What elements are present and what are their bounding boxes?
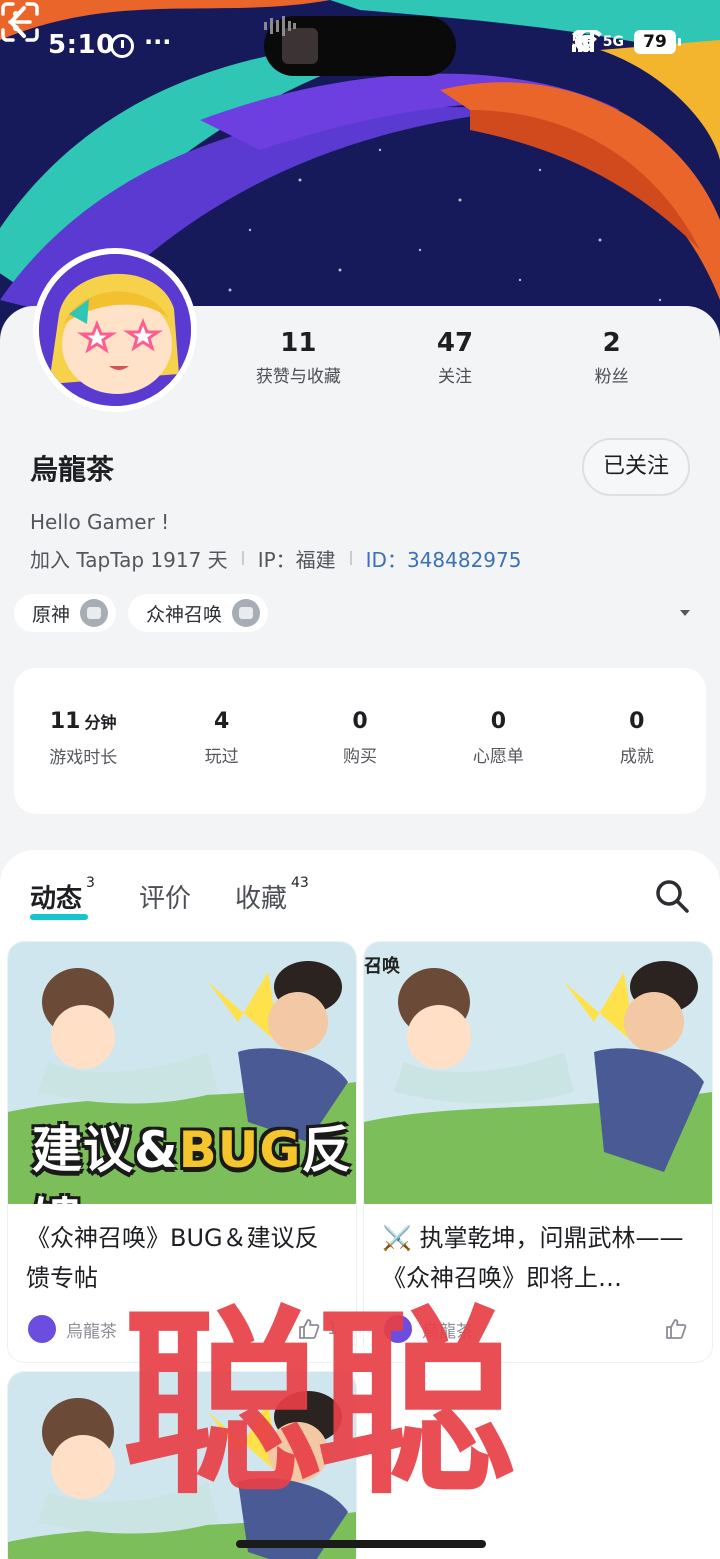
signal-5g-label-2: 5G [602, 34, 624, 50]
stat-label: 购买 [343, 747, 378, 767]
ip-location: IP：福建 [257, 547, 336, 572]
stat-unit: 分钟 [84, 713, 117, 732]
played-stat[interactable]: 4 玩过 [152, 708, 290, 814]
follow-button[interactable]: 已关注 [582, 438, 690, 496]
stat-label: 游戏时长 [49, 748, 118, 768]
status-icons: 5G 5G 79 [571, 30, 681, 54]
alarm-clock-icon [110, 34, 134, 58]
post-card[interactable]: 建议&BUG反馈 《众神召唤》BUG＆建议反馈专帖 烏龍茶 1 [8, 942, 356, 1362]
dynamic-island [264, 16, 456, 76]
stat-value: 11 分钟 [49, 709, 117, 734]
home-indicator[interactable] [236, 1540, 486, 1548]
game-tag[interactable]: 原神 [14, 594, 117, 632]
game-tag-label: 原神 [32, 603, 71, 626]
stat-label: 获赞与收藏 [255, 367, 341, 387]
post-thumbnail-title: 建议&BUG反馈 [32, 1121, 353, 1204]
post-thumbnail [8, 1372, 356, 1559]
like-count: 1 [327, 1319, 338, 1339]
stat-value: 0 [490, 709, 507, 734]
stat-value: 0 [352, 709, 368, 734]
author-avatar [382, 1313, 414, 1345]
profile-stats: 11 获赞与收藏 47 关注 2 粉丝 [220, 328, 690, 388]
likes-and-favorites-stat[interactable]: 11 获赞与收藏 [220, 328, 377, 388]
search-icon[interactable] [654, 878, 690, 914]
battery-indicator: 79 [634, 30, 681, 54]
tab-favorites[interactable]: 收藏43 [234, 875, 309, 915]
post-title: 《众神召唤》BUG＆建议反馈专帖 [26, 1224, 319, 1292]
game-tag-label: 众神召唤 [146, 603, 223, 626]
tab-posts[interactable]: 动态3 [30, 875, 95, 920]
achievements-stat[interactable]: 0 成就 [568, 708, 706, 814]
tab-label: 评价 [138, 884, 191, 914]
tab-count: 43 [290, 875, 309, 892]
post-thumbnail-art [8, 1372, 356, 1559]
active-tab-indicator [30, 914, 88, 920]
post-footer: 烏龍茶 [382, 1312, 694, 1346]
post-thumbnail: 建议&BUG反馈 [8, 942, 356, 1204]
status-time: 5:10 [48, 30, 115, 60]
status-bar: 5:10 ··· 5G 5G 79 [0, 0, 720, 96]
author-avatar [26, 1313, 58, 1345]
stat-label: 心愿单 [472, 747, 524, 767]
stat-label: 关注 [438, 367, 472, 387]
like-icon [666, 1319, 687, 1339]
following-stat[interactable]: 47 关注 [377, 328, 534, 388]
profile-page: 5:10 ··· 5G 5G 79 11 获赞与收藏 47 关注 2 粉丝 烏龍… [0, 0, 720, 1559]
player-badge-icon [232, 599, 261, 627]
profile-meta: 加入 TapTap 1917 天 IP：福建 ID：348482975 [30, 544, 521, 572]
game-stats-card: 11 分钟 游戏时长 4 玩过 0 购买 0 心愿单 0 成就 [14, 668, 706, 814]
post-author: 烏龍茶 [422, 1321, 473, 1342]
user-id-link[interactable]: ID：348482975 [366, 544, 522, 573]
tab-count: 3 [86, 875, 95, 892]
audio-wave-icon [264, 16, 296, 36]
tab-reviews[interactable]: 评价 [139, 878, 191, 915]
post-title: ⚔️ 执掌乾坤，问鼎武林——《众神召唤》即将上… [382, 1224, 684, 1292]
player-badge-icon [80, 599, 109, 627]
bio-text: Hello Gamer ! [30, 510, 170, 534]
tab-label: 动态 [30, 884, 83, 914]
divider [241, 551, 244, 565]
post-card[interactable] [8, 1372, 356, 1559]
more-icon[interactable] [0, 0, 30, 44]
avatar-art [39, 254, 191, 406]
join-days: 加入 TapTap 1917 天 [30, 547, 228, 572]
playtime-stat[interactable]: 11 分钟 游戏时长 [14, 708, 152, 814]
stat-label: 成就 [619, 747, 654, 767]
stat-label: 玩过 [204, 747, 239, 767]
divider [349, 551, 352, 565]
wifi-icon [571, 30, 602, 50]
stat-value: 4 [213, 709, 230, 734]
username: 烏龍茶 [30, 453, 115, 486]
purchased-stat[interactable]: 0 购买 [291, 708, 429, 814]
post-author: 烏龍茶 [66, 1321, 117, 1342]
game-tag[interactable]: 众神召唤 [128, 594, 269, 632]
avatar[interactable] [33, 248, 197, 412]
post-thumbnail: 召唤 [364, 942, 712, 1204]
like-button[interactable]: 1 [297, 1317, 338, 1341]
post-card[interactable]: 召唤 ⚔️ 执掌乾坤，问鼎武林——《众神召唤》即将上… 烏龍茶 [364, 942, 712, 1362]
like-icon [299, 1319, 320, 1339]
content-tabs: 动态3 评价 收藏43 [30, 875, 353, 928]
status-more-dots: ··· [144, 28, 172, 56]
post-thumbnail-art [364, 942, 712, 1204]
tab-label: 收藏 [234, 884, 287, 914]
stat-value: 11 [280, 328, 317, 358]
like-button[interactable] [664, 1317, 694, 1341]
wishlist-stat[interactable]: 0 心愿单 [429, 708, 567, 814]
followers-stat[interactable]: 2 粉丝 [533, 328, 690, 388]
game-tags: 原神 众神召唤 [14, 594, 269, 632]
dropdown-icon[interactable] [676, 604, 694, 622]
stat-label: 粉丝 [594, 367, 629, 387]
stat-value: 2 [602, 328, 621, 358]
stat-value: 47 [436, 328, 474, 358]
stat-value: 0 [629, 709, 645, 734]
post-thumbnail-corner-text: 召唤 [364, 956, 400, 977]
post-footer: 烏龍茶 1 [26, 1312, 338, 1346]
